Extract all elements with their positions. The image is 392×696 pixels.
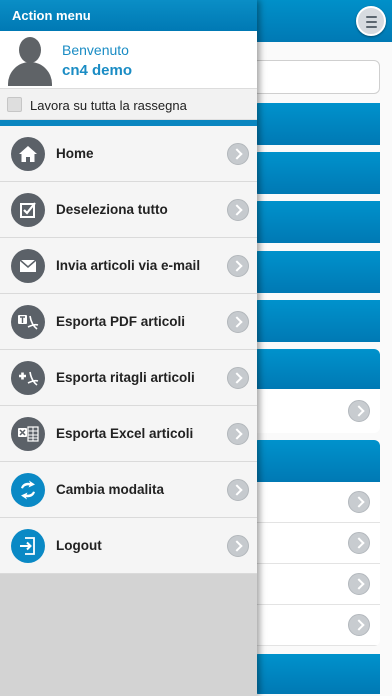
chevron-right-icon[interactable]	[348, 400, 370, 422]
menu-item-home[interactable]: Home	[0, 126, 257, 182]
list-header[interactable]	[252, 201, 380, 243]
swap-icon	[11, 473, 45, 507]
list-item[interactable]	[252, 564, 380, 605]
chevron-right-icon	[227, 143, 249, 165]
list-header[interactable]	[252, 152, 380, 194]
clip-icon	[11, 361, 45, 395]
menu-item-label: Esporta PDF articoli	[56, 314, 186, 329]
chevron-right-icon	[227, 255, 249, 277]
chevron-right-icon[interactable]	[348, 573, 370, 595]
menu-item-label: Esporta Excel articoli	[56, 426, 194, 441]
mail-icon	[11, 249, 45, 283]
menu-item-label: Home	[56, 146, 94, 161]
chevron-right-icon	[227, 367, 249, 389]
drawer-title: Action menu	[0, 0, 257, 31]
search-input[interactable]	[252, 60, 380, 94]
chevron-right-icon	[227, 535, 249, 557]
list-item[interactable]	[252, 523, 380, 564]
list-item[interactable]	[252, 482, 380, 523]
user-box: Benvenuto cn4 demo	[0, 31, 257, 89]
menu-item-export-pdf[interactable]: Esporta PDF articoli	[0, 294, 257, 350]
pdf-icon	[11, 305, 45, 339]
list-header[interactable]	[252, 300, 380, 342]
menu-item-send-email[interactable]: Invia articoli via e-mail	[0, 238, 257, 294]
welcome-text: Benvenuto	[62, 42, 129, 58]
chevron-right-icon[interactable]	[348, 614, 370, 636]
logout-icon	[11, 529, 45, 563]
whole-review-toggle[interactable]: Lavora su tutta la rassegna	[0, 89, 257, 120]
chevron-right-icon	[227, 479, 249, 501]
list-header[interactable]	[252, 103, 380, 145]
list-item[interactable]	[252, 605, 380, 646]
list-header[interactable]	[252, 654, 380, 694]
menu-item-label: Cambia modalita	[56, 482, 165, 497]
menu-item-change-mode[interactable]: Cambia modalita	[0, 462, 257, 518]
excel-icon	[11, 417, 45, 451]
menu-item-label: Logout	[56, 538, 102, 553]
menu-item-export-excel[interactable]: Esporta Excel articoli	[0, 406, 257, 462]
chevron-right-icon[interactable]	[348, 491, 370, 513]
menu-item-logout[interactable]: Logout	[0, 518, 257, 574]
menu-item-export-clips[interactable]: Esporta ritagli articoli	[0, 350, 257, 406]
hamburger-menu-button[interactable]	[356, 6, 386, 36]
action-menu-list: Home Deseleziona tutto Invia articoli vi…	[0, 126, 257, 574]
chevron-right-icon[interactable]	[348, 532, 370, 554]
home-icon	[11, 137, 45, 171]
action-menu-drawer: Action menu Benvenuto cn4 demo Lavora su…	[0, 0, 257, 696]
username: cn4 demo	[62, 62, 133, 79]
checkbox-icon	[11, 193, 45, 227]
menu-item-label: Deseleziona tutto	[56, 202, 168, 217]
checkbox-label: Lavora su tutta la rassegna	[30, 98, 187, 113]
menu-item-label: Invia articoli via e-mail	[56, 258, 201, 273]
checkbox[interactable]	[7, 97, 22, 112]
list-section	[252, 349, 380, 433]
chevron-right-icon	[227, 311, 249, 333]
list-header[interactable]	[252, 251, 380, 293]
chevron-right-icon	[227, 199, 249, 221]
menu-item-label: Esporta ritagli articoli	[56, 370, 195, 385]
avatar-icon	[6, 36, 54, 86]
menu-item-deselect-all[interactable]: Deseleziona tutto	[0, 182, 257, 238]
list-section	[252, 440, 380, 646]
chevron-right-icon	[227, 423, 249, 445]
